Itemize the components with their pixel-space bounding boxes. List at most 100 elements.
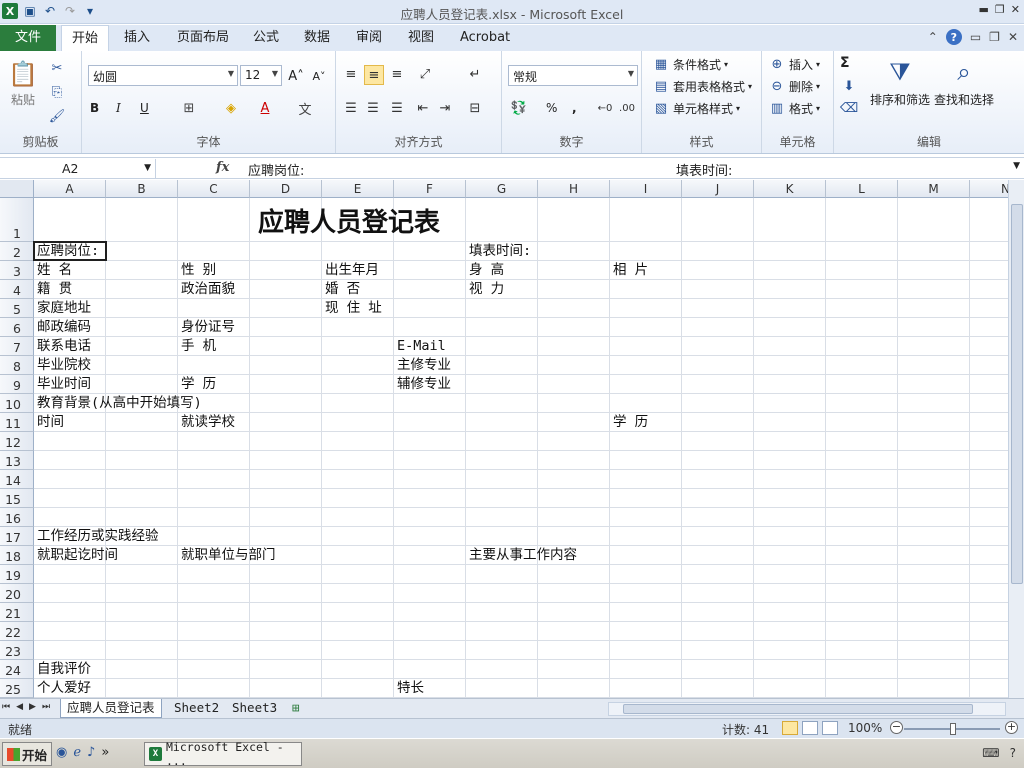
row-header-20[interactable]: 20	[0, 584, 34, 603]
cell-i3[interactable]: 相 片	[613, 261, 648, 279]
horizontal-scrollbar[interactable]	[608, 702, 1006, 716]
sheet-tab-2[interactable]: Sheet2	[168, 699, 225, 718]
row-header-15[interactable]: 15	[0, 489, 34, 508]
fill-icon[interactable]: ⬇	[840, 77, 858, 95]
comma-button[interactable]: ,	[572, 101, 577, 115]
help-tray-icon[interactable]: ?	[1010, 746, 1016, 760]
prev-sheet-icon[interactable]: ◀	[16, 702, 23, 712]
sheet-title[interactable]: 应聘人员登记表	[258, 202, 440, 239]
format-as-table-button[interactable]: ▤ 套用表格格式 ▾	[652, 77, 752, 95]
cell-a7[interactable]: 联系电话	[37, 337, 91, 355]
align-center-icon[interactable]: ☰	[364, 99, 382, 117]
keyboard-icon[interactable]: ⌨	[982, 746, 999, 760]
cell-c7[interactable]: 手 机	[181, 337, 216, 355]
media-icon[interactable]: ♪	[87, 745, 95, 760]
zoom-thumb[interactable]	[950, 723, 956, 735]
cell-g3[interactable]: 身 高	[469, 261, 504, 279]
zoom-level[interactable]: 100%	[848, 721, 882, 735]
wrap-text-icon[interactable]: ↵	[466, 65, 484, 83]
increase-decimal-icon[interactable]: ←0	[596, 99, 614, 117]
more-icon[interactable]: »	[101, 745, 109, 760]
cell-a17[interactable]: 工作经历或实践经验	[37, 527, 159, 545]
row-header-24[interactable]: 24	[0, 660, 34, 679]
column-header-e[interactable]: E	[322, 180, 394, 198]
row-header-19[interactable]: 19	[0, 565, 34, 584]
expand-formula-bar-icon[interactable]: ▼	[1013, 161, 1020, 171]
cell-e3[interactable]: 出生年月	[325, 261, 379, 279]
cell-a4[interactable]: 籍 贯	[37, 280, 72, 298]
cell-c6[interactable]: 身份证号	[181, 318, 235, 336]
copy-icon[interactable]: ⎘	[48, 83, 66, 101]
conditional-format-button[interactable]: ▦ 条件格式 ▾	[652, 55, 728, 73]
ie-icon[interactable]: ℯ	[73, 745, 81, 760]
cell-a6[interactable]: 邮政编码	[37, 318, 91, 336]
cell-a8[interactable]: 毕业院校	[37, 356, 91, 374]
column-header-c[interactable]: C	[178, 180, 250, 198]
cell-styles-button[interactable]: ▧ 单元格样式 ▾	[652, 99, 740, 117]
tab-acrobat[interactable]: Acrobat	[450, 25, 520, 51]
worksheet-grid[interactable]: A B C D E F G H I J K L M N 1 2 3 4 5 6 7 8 9 10 11 12 13 14 15 16 17 1…	[0, 180, 1008, 698]
underline-button[interactable]: U	[140, 101, 149, 115]
grow-font-icon[interactable]: A˄	[287, 67, 305, 85]
cell-g2[interactable]: 填表时间:	[469, 242, 531, 260]
cell-a24[interactable]: 自我评价	[37, 660, 91, 678]
cell-f7[interactable]: E-Mail	[397, 337, 446, 355]
row-header-25[interactable]: 25	[0, 679, 34, 698]
borders-icon[interactable]: ⊞	[180, 99, 198, 117]
shrink-font-icon[interactable]: A˅	[310, 67, 328, 85]
cell-c11[interactable]: 就读学校	[181, 413, 235, 431]
column-header-b[interactable]: B	[106, 180, 178, 198]
tab-file[interactable]: 文件	[0, 25, 56, 51]
close-icon[interactable]: ✕	[1011, 3, 1020, 16]
tab-home[interactable]: 开始	[61, 25, 110, 51]
column-header-g[interactable]: G	[466, 180, 538, 198]
find-select-button[interactable]: ⌕ 查找和选择	[934, 55, 994, 108]
sheet-tab-3[interactable]: Sheet3	[226, 699, 283, 718]
bold-button[interactable]: B	[90, 101, 99, 115]
column-header-a[interactable]: A	[34, 180, 106, 198]
first-sheet-icon[interactable]: ⏮	[2, 702, 10, 712]
row-header-18[interactable]: 18	[0, 546, 34, 565]
page-break-view-button[interactable]	[822, 721, 838, 735]
font-color-icon[interactable]: A	[256, 99, 274, 117]
horizontal-scroll-thumb[interactable]	[623, 704, 973, 714]
delete-cells-button[interactable]: ⊖ 删除 ▾	[768, 77, 820, 95]
select-all-corner[interactable]	[0, 180, 34, 198]
row-header-16[interactable]: 16	[0, 508, 34, 527]
cell-a3[interactable]: 姓 名	[37, 261, 72, 279]
fill-color-icon[interactable]: ◈	[222, 99, 240, 117]
column-header-k[interactable]: K	[754, 180, 826, 198]
merge-center-icon[interactable]: ⊟	[466, 99, 484, 117]
name-box[interactable]: A2 ▼	[2, 159, 156, 178]
collapse-ribbon-icon[interactable]: ⌃	[928, 30, 938, 44]
row-header-22[interactable]: 22	[0, 622, 34, 641]
new-sheet-icon[interactable]: ⊞	[286, 699, 306, 718]
taskbar-excel-button[interactable]: X Microsoft Excel - ...	[144, 740, 302, 768]
align-bottom-icon[interactable]: ≡	[388, 65, 406, 83]
row-header-3[interactable]: 3	[0, 261, 34, 280]
cell-c4[interactable]: 政治面貌	[181, 280, 235, 298]
cell-f8[interactable]: 主修专业	[397, 356, 451, 374]
italic-button[interactable]: I	[116, 101, 121, 115]
normal-view-button[interactable]	[782, 721, 798, 735]
insert-function-button[interactable]: fx	[216, 160, 229, 175]
cell-i11[interactable]: 学 历	[613, 413, 648, 431]
help-icon[interactable]: ?	[945, 29, 962, 45]
autosum-button[interactable]: Σ	[840, 55, 850, 71]
orientation-icon[interactable]: ⤢	[416, 65, 434, 83]
cell-a5[interactable]: 家庭地址	[37, 299, 91, 317]
percent-button[interactable]: %	[546, 101, 557, 115]
decrease-decimal-icon[interactable]: .00	[618, 99, 636, 117]
cell-a18[interactable]: 就职起讫时间	[37, 546, 118, 564]
row-header-13[interactable]: 13	[0, 451, 34, 470]
quick-launch-app-icon[interactable]: ◉	[56, 745, 67, 760]
format-painter-icon[interactable]: 🖌	[48, 107, 66, 125]
cell-e4[interactable]: 婚 否	[325, 280, 360, 298]
insert-cells-button[interactable]: ⊕ 插入 ▾	[768, 55, 820, 73]
cell-a11[interactable]: 时间	[37, 413, 64, 431]
row-header-1[interactable]: 1	[0, 198, 34, 242]
align-middle-icon[interactable]: ≡	[364, 65, 384, 85]
font-size-select[interactable]: 12 ▼	[240, 65, 282, 86]
cell-g18[interactable]: 主要从事工作内容	[469, 546, 577, 564]
row-header-8[interactable]: 8	[0, 356, 34, 375]
